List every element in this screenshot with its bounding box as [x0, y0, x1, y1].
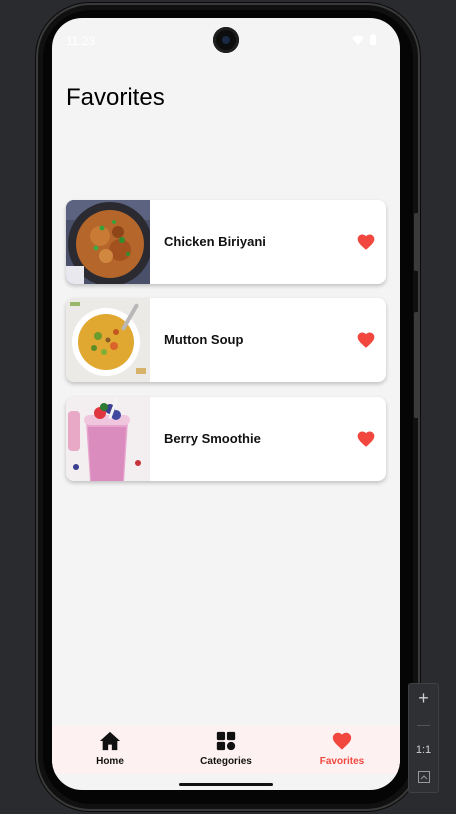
smoothie-image	[66, 397, 150, 481]
nav-item-categories[interactable]: Categories	[168, 726, 284, 774]
status-time: 11:23	[66, 34, 96, 48]
nav-label-home: Home	[96, 756, 124, 767]
page-title: Favorites	[66, 84, 165, 111]
nav-label-favorites: Favorites	[319, 756, 365, 767]
recipe-name: Berry Smoothie	[164, 431, 261, 446]
gesture-bar[interactable]	[179, 783, 273, 786]
favorite-card[interactable]: Chicken Biriyani	[66, 200, 386, 284]
app-screen: 11:23 Favorites Chicken Biriyani Mutton …	[52, 18, 400, 790]
home-icon	[99, 731, 121, 751]
nav-label-categories: Categories	[200, 756, 252, 767]
zoom-divider	[417, 725, 430, 726]
favorite-card[interactable]: Mutton Soup	[66, 298, 386, 382]
zoom-ratio-button[interactable]: 1:1	[409, 744, 438, 756]
zoom-fit-button[interactable]	[409, 770, 438, 788]
nav-item-favorites[interactable]: Favorites	[284, 726, 400, 774]
biriyani-image	[66, 200, 150, 284]
volume-button	[414, 213, 419, 271]
heart-icon[interactable]	[356, 232, 376, 252]
zoom-in-button[interactable]: +	[409, 688, 438, 709]
heart-icon[interactable]	[356, 429, 376, 449]
recipe-name: Chicken Biriyani	[164, 234, 266, 249]
nav-item-home[interactable]: Home	[52, 726, 168, 774]
front-camera	[213, 27, 239, 53]
recipe-name: Mutton Soup	[164, 332, 244, 347]
bottom-navigation: Home Categories Favorites	[52, 726, 400, 774]
battery-icon	[370, 34, 376, 45]
fit-screen-icon	[417, 771, 430, 783]
heart-icon	[332, 732, 352, 750]
favorite-card[interactable]: Berry Smoothie	[66, 397, 386, 481]
power-button	[414, 312, 419, 418]
wifi-icon	[352, 35, 364, 45]
status-icons	[352, 34, 376, 45]
soup-image	[66, 298, 150, 382]
grid-icon	[216, 731, 236, 751]
emulator-zoom-panel: + 1:1	[408, 683, 439, 793]
heart-icon[interactable]	[356, 330, 376, 350]
